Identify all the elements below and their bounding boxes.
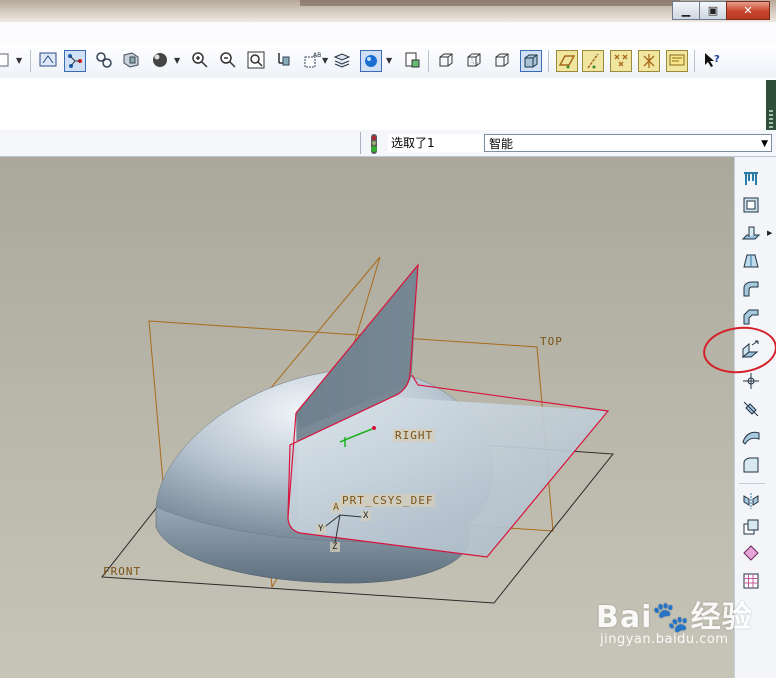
draft-icon[interactable] — [739, 249, 763, 273]
front-plane-label[interactable]: FRONT — [103, 565, 141, 578]
filter-value: 智能 — [489, 137, 514, 151]
offset-icon[interactable] — [739, 425, 763, 449]
trim-icon[interactable] — [739, 397, 763, 421]
toolbar-panel — [0, 78, 776, 131]
chevron-right-icon[interactable]: ▶ — [767, 229, 772, 237]
zoom-out-icon[interactable] — [218, 50, 238, 70]
scroll-grip[interactable] — [766, 80, 776, 134]
model-tree-icon[interactable] — [402, 50, 422, 70]
view-manager-icon[interactable] — [121, 50, 141, 70]
chevron-down-icon[interactable]: ▼ — [761, 135, 768, 153]
toolbar-separator — [548, 50, 549, 72]
status-divider — [360, 132, 361, 154]
toolbar-separator — [694, 50, 695, 72]
no-hidden-icon[interactable] — [492, 50, 512, 70]
selection-count: 选取了1 — [388, 134, 483, 152]
selection-filter-dropdown[interactable]: 智能 ▼ — [484, 134, 772, 152]
dropdown-arrow-icon[interactable]: ▼ — [322, 56, 328, 65]
status-bar: 选取了1 智能 ▼ — [0, 130, 776, 157]
axis-label-z: Z — [330, 542, 341, 552]
hidden-line-icon[interactable] — [464, 50, 484, 70]
menu-bar — [0, 22, 776, 45]
toolbar-separator — [30, 50, 31, 72]
partial-dropdown-icon[interactable] — [0, 50, 14, 70]
axis-label-y: Y — [316, 524, 327, 534]
refit-icon[interactable] — [246, 50, 266, 70]
right-plane-label[interactable]: RIGHT — [393, 429, 436, 442]
reorient-icon[interactable] — [274, 50, 294, 70]
hole-icon[interactable] — [739, 167, 763, 191]
spin-center-icon[interactable] — [64, 50, 86, 72]
dropdown-arrow-icon[interactable]: ▼ — [174, 56, 180, 65]
toolbar-separator — [428, 50, 429, 72]
main-toolbar: ▼ ▼ AB ▼ ▼ ? — [0, 44, 776, 79]
close-button[interactable]: ✕ — [726, 1, 770, 20]
wireframe-icon[interactable] — [436, 50, 456, 70]
saved-views-icon[interactable]: AB — [302, 50, 322, 70]
copy-icon[interactable] — [739, 515, 763, 539]
zoom-in-icon[interactable] — [190, 50, 210, 70]
shell-icon[interactable] — [739, 193, 763, 217]
shading-style-icon[interactable] — [150, 50, 170, 70]
watermark-brand: Bai🐾经验 — [596, 600, 753, 635]
merge-icon[interactable] — [739, 453, 763, 477]
watermark: Bai🐾经验 jingyan.baidu.com — [596, 592, 753, 647]
datum-points-icon[interactable] — [610, 50, 632, 72]
chamfer-icon[interactable] — [739, 305, 763, 329]
svg-text:AB: AB — [313, 52, 321, 59]
toolbar-separator — [739, 483, 765, 484]
datum-axes-icon[interactable] — [582, 50, 604, 72]
csys-origin — [372, 426, 376, 430]
mirror-icon[interactable] — [739, 489, 763, 513]
round-icon[interactable] — [739, 277, 763, 301]
paste-special-icon[interactable] — [739, 541, 763, 565]
maximize-button[interactable]: ▣ — [699, 1, 727, 20]
layers-icon[interactable] — [332, 50, 352, 70]
axis-label-x: X — [361, 511, 372, 521]
orient-mode-icon[interactable] — [94, 50, 114, 70]
datum-planes-icon[interactable] — [556, 50, 578, 72]
top-plane-label[interactable]: TOP — [540, 335, 563, 348]
axis-label-a: A — [331, 502, 343, 513]
whats-this-icon[interactable]: ? — [702, 50, 722, 70]
rib-icon[interactable] — [739, 221, 763, 245]
dropdown-arrow-icon[interactable]: ▼ — [16, 56, 22, 65]
dropdown-arrow-icon[interactable]: ▼ — [386, 56, 392, 65]
pattern-icon[interactable] — [739, 569, 763, 593]
traffic-light-icon — [366, 133, 382, 155]
appearance-icon[interactable] — [360, 50, 382, 72]
csys-label[interactable]: PRT_CSYS_DEF — [340, 494, 436, 507]
svg-text:?: ? — [714, 54, 720, 65]
shading-icon[interactable] — [520, 50, 542, 72]
minimize-button[interactable]: ▁ — [672, 1, 700, 20]
annotation-icon[interactable] — [666, 50, 688, 72]
title-band — [300, 0, 680, 6]
title-bar: ▁ ▣ ✕ — [0, 0, 776, 22]
window-controls: ▁ ▣ ✕ — [672, 1, 770, 20]
csys-icon[interactable] — [638, 50, 660, 72]
repaint-icon[interactable] — [38, 50, 58, 70]
